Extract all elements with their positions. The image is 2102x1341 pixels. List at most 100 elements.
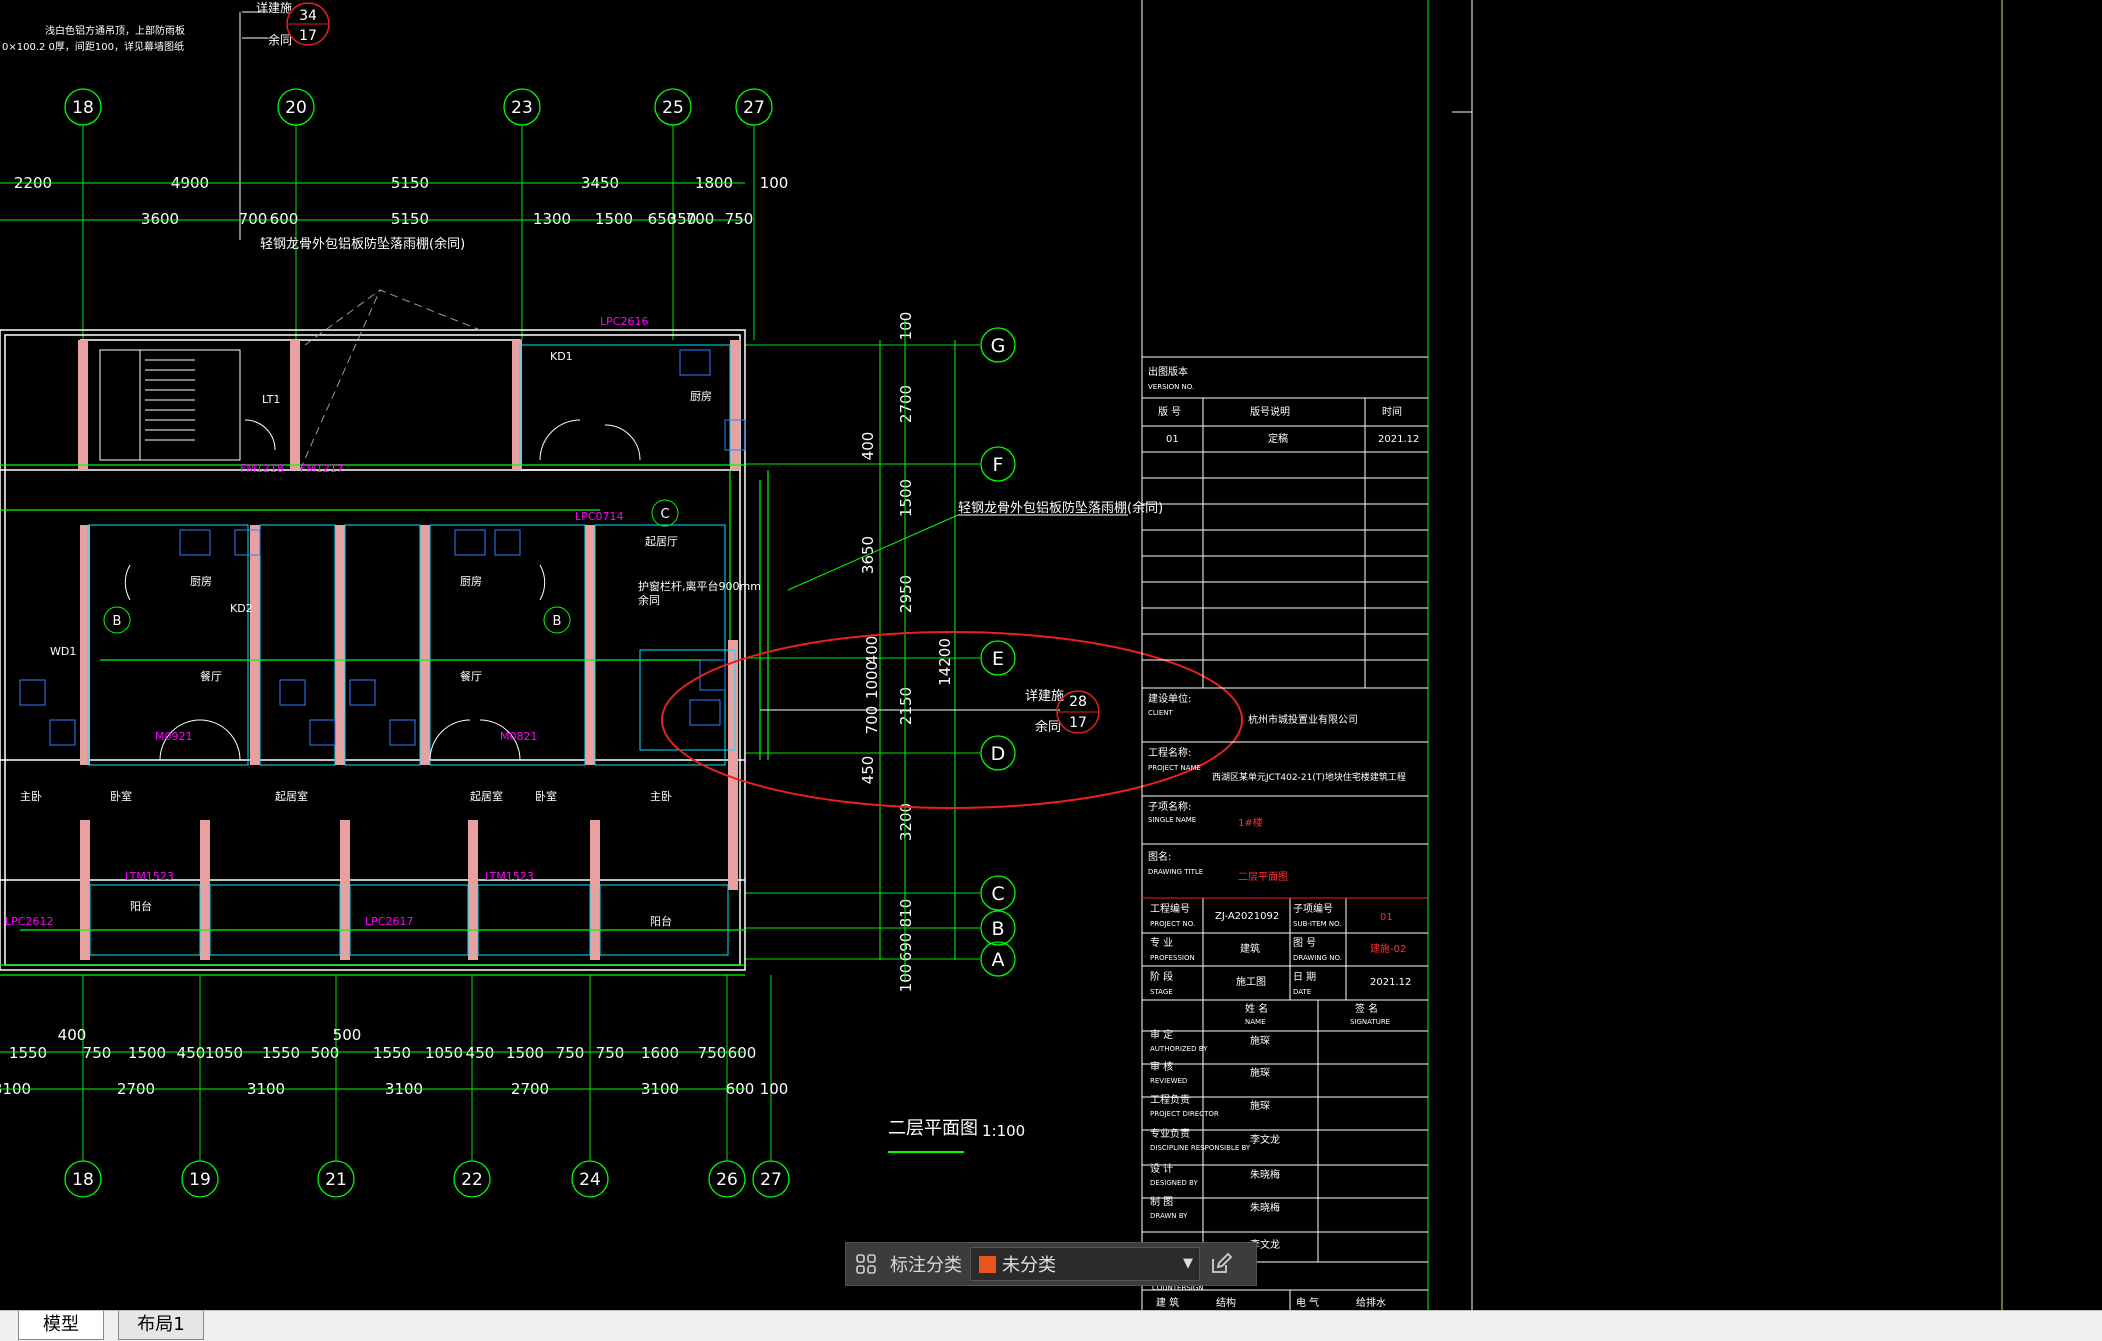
room-label-8: 起居室 <box>470 789 503 803</box>
room-label-14: LT1 <box>262 393 280 406</box>
tb-dwgno-label: 图 号 <box>1293 937 1316 949</box>
tb-stage-value: 施工图 <box>1236 975 1266 988</box>
grid-label-bottom-22: 22 <box>461 1170 483 1190</box>
room-label-16: KD2 <box>230 602 253 615</box>
dim_bottom_row1-dim-13: 1600 <box>641 1044 679 1062</box>
grid-label-bottom-24: 24 <box>579 1170 601 1190</box>
grid-label-bottom-21: 21 <box>325 1170 347 1190</box>
tb-bottom-2: 结构 <box>1216 1296 1236 1309</box>
callout-top-label2: 余同 <box>268 32 292 47</box>
tb-col-1: 版 号 <box>1158 405 1181 418</box>
dim-bottom-misc-1: 500 <box>333 1026 362 1044</box>
detail-callout-right[interactable]: 详建施 余同 28 17 <box>760 689 1100 735</box>
dim_top_row2-dim-0: 3600 <box>141 210 179 228</box>
tb-date-value: 2021.12 <box>1370 977 1411 988</box>
tb-role-en-3: DISCIPLINE RESPONSIBLE BY <box>1150 1144 1251 1152</box>
tb-date-label: 日 期 <box>1293 971 1316 983</box>
grid-label-bottom-19: 19 <box>189 1170 211 1190</box>
room-label-1: 餐厅 <box>200 669 222 683</box>
dim-right-outer-5: 3200 <box>897 803 915 841</box>
room-label-10: 起居厅 <box>645 535 678 548</box>
grid-label-top-25: 25 <box>662 98 684 118</box>
tb-role-label-2: 工程负责 <box>1150 1093 1190 1106</box>
tb-bottom-3: 电 气 <box>1296 1296 1319 1309</box>
grid-label-bottom-26: 26 <box>716 1170 738 1190</box>
layout-tab-bar: 模型 布局1 <box>0 1310 2102 1341</box>
dim_bottom_row1-dim-7: 1550 <box>373 1044 411 1062</box>
tb-role-label-1: 审 核 <box>1150 1060 1173 1073</box>
tb-role-name-1: 施琛 <box>1250 1066 1270 1079</box>
callout-right-label1: 详建施 <box>1025 689 1064 704</box>
tb-profession-value: 建筑 <box>1240 942 1260 955</box>
tb-role-name-0: 施琛 <box>1250 1034 1270 1047</box>
callout-right-num: 28 <box>1069 694 1087 710</box>
tb-bottom-4: 给排水 <box>1356 1296 1386 1309</box>
tb-projno-value: ZJ-A2021092 <box>1215 911 1279 922</box>
edit-icon <box>1212 1252 1233 1273</box>
drawing-scale: 1:100 <box>982 1122 1025 1140</box>
dim_bottom_row1-dim-8: 1050 <box>425 1044 463 1062</box>
dim_bottom_row1-dim-4: 1050 <box>205 1044 243 1062</box>
room-label-13: 阳台 <box>650 914 672 928</box>
tb-role-name-5: 朱晓梅 <box>1250 1201 1280 1214</box>
room-label-4: 主卧 <box>20 790 42 803</box>
room-label-3: 卧室 <box>110 789 132 803</box>
room-label-11: 厨房 <box>690 390 712 403</box>
dim-right-outer-2: 1500 <box>897 479 915 517</box>
dim_top_row2-dim-5: 1500 <box>595 210 633 228</box>
tb-subitem-label: 子项编号 <box>1293 902 1333 915</box>
title-block: 出图版本 VERSION NO. 版 号 版号说明 时间 01 定稿 2021.… <box>1142 356 1428 1310</box>
dim_bottom_row1-dim-11: 750 <box>556 1044 585 1062</box>
tb-role-en-4: DESIGNED BY <box>1150 1179 1198 1187</box>
dim-right-outer-7: 690 <box>897 933 915 962</box>
cad-canvas[interactable]: 浅白色铝方通吊顶，上部防雨板 0×100.2 0厚，间距100，详见幕墙图纸 详… <box>0 0 2102 1310</box>
annotation-category-select[interactable]: 未分类 ▼ <box>970 1247 1200 1281</box>
callout-top-label1: 详建施 <box>256 0 292 15</box>
grid-view-button[interactable] <box>846 1243 886 1285</box>
tb-role-name-2: 施琛 <box>1250 1099 1270 1112</box>
room-label-9: 卧室 <box>535 789 557 803</box>
tb-projno-label: 工程编号 <box>1150 902 1190 915</box>
tb-role-name-4: 朱晓梅 <box>1250 1168 1280 1181</box>
chevron-down-icon: ▼ <box>1183 1256 1193 1271</box>
tb-ver-1: 01 <box>1166 434 1179 445</box>
dim_bottom_row1-dim-15: 600 <box>728 1044 757 1062</box>
door-tag-1: M0821 <box>500 730 538 743</box>
edit-annotation-button[interactable] <box>1200 1243 1242 1285</box>
guard-note-1: 护窗栏杆,离平台900mm <box>638 579 761 593</box>
grid-label-right-E: E <box>992 648 1004 670</box>
room-label-7: 餐厅 <box>460 669 482 683</box>
dim-right-inner-3: 400 <box>863 636 881 665</box>
category-color-swatch <box>979 1255 996 1273</box>
tb-role-name-3: 李文龙 <box>1250 1133 1280 1146</box>
dim_bottom_row1-dim-5: 1550 <box>262 1044 300 1062</box>
dim-bottom-misc-0: 400 <box>58 1026 87 1044</box>
grid-label-top-27: 27 <box>743 98 765 118</box>
tb-role-label-5: 制 图 <box>1150 1195 1173 1208</box>
dim-right-inner-0: 400 <box>859 432 877 461</box>
door-tag-5: LPC2616 <box>600 315 648 328</box>
dim_top_row2-dim-9: 350 <box>668 210 697 228</box>
grid-label-right-A: A <box>992 949 1005 971</box>
tb-sign-head-en: SIGNATURE <box>1350 1018 1390 1026</box>
tab-model[interactable]: 模型 <box>18 1311 104 1340</box>
tb-stage-label-en: STAGE <box>1150 988 1173 996</box>
svg-text:B: B <box>553 614 562 629</box>
canopy-note-1: 轻钢龙骨外包铝板防坠落雨棚(余同) <box>260 236 465 252</box>
door-tag-3: FM1217 <box>300 462 344 475</box>
door-tag-2: FM1218 <box>240 462 284 475</box>
tb-project-label: 工程名称: <box>1148 746 1191 759</box>
tb-ver-2: 定稿 <box>1268 432 1288 445</box>
door-tag-9: LPC2617 <box>365 915 413 928</box>
guard-note-2: 余同 <box>638 593 660 607</box>
dim_top_row2-dim-8: 750 <box>725 210 754 228</box>
annotation-toolbar: 标注分类 未分类 ▼ <box>845 1242 1257 1286</box>
room-label-2: 起居室 <box>275 789 308 803</box>
dim_bottom_row1-dim-3: 450 <box>177 1044 206 1062</box>
drawing-title-text: 二层平面图 <box>888 1118 978 1139</box>
door-tag-4: LPC0714 <box>575 510 623 523</box>
tb-subitem-label-en: SUB-ITEM NO. <box>1293 920 1342 928</box>
tab-layout1[interactable]: 布局1 <box>118 1311 204 1340</box>
dim-right-outer-3: 2950 <box>897 575 915 613</box>
tb-role-en-1: REVIEWED <box>1150 1077 1187 1085</box>
